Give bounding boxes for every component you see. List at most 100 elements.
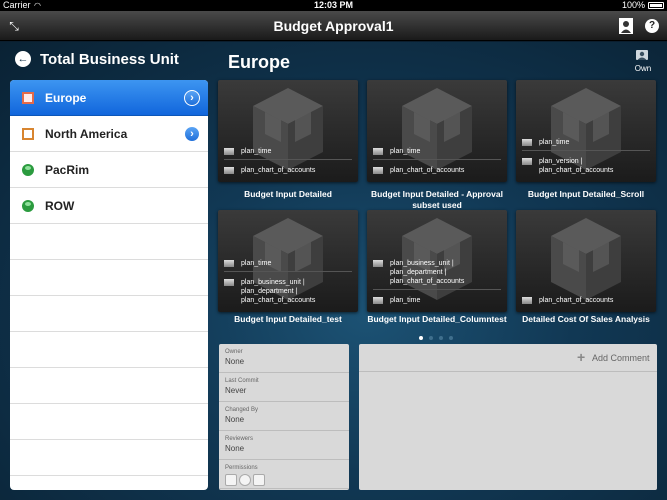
dimension-name: plan_chart_of_accounts [390,278,465,285]
property-key: Changed By [225,407,259,413]
dimension-icon [373,148,383,155]
column-dimensions: plan_time [224,259,354,268]
column-dimensions: plan_business_unit | plan_department | pla… [373,259,503,286]
lock-icon [239,474,251,486]
dimension-icon [522,297,532,304]
own-label: Own [634,64,652,73]
sidebar-item[interactable]: ROW [10,188,208,224]
business-unit-icon [22,92,34,104]
row-dimensions: plan_chart_of_accounts [373,166,503,175]
property-key: Reviewers [225,436,254,442]
sidebar-title: Total Business Unit [40,51,179,68]
form-card[interactable]: plan_business_unit | plan_department | pla… [367,210,507,312]
form-card-title[interactable]: Budget Input Detailed_Scroll [511,189,661,200]
form-card-title[interactable]: Detailed Cost Of Sales Analysis [511,314,661,325]
dimension-icon [224,260,234,267]
property-row: Permissions [219,460,349,489]
dimension-name: plan_business_unit | [390,260,454,267]
sidebar-item[interactable]: Europe › [10,80,208,116]
form-card[interactable]: plan_time plan_chart_of_accounts [218,80,358,182]
dimension-name: plan_time [241,260,272,267]
help-icon[interactable]: ? [645,19,659,33]
row-dimensions: plan_business_unit | plan_department | pla… [224,278,354,305]
nav-bar: ⤡ Budget Approval1 ? [0,11,667,41]
region-title: Europe [228,52,291,72]
page-dot[interactable] [419,336,423,340]
property-value: None [225,357,245,366]
property-key: Permissions [225,465,258,471]
empty-row [10,296,208,332]
dimension-icon [373,297,383,304]
chevron-right-icon[interactable]: › [184,90,200,106]
empty-row [10,260,208,296]
divider [522,150,650,151]
sidebar-item-label: ROW [45,199,75,213]
status-bar: Carrier ◠ 12:03 PM 100% [0,0,667,11]
dimension-icon [224,148,234,155]
property-value: Never [225,386,247,395]
sidebar-item[interactable]: PacRim [10,152,208,188]
empty-row [10,332,208,368]
dimension-name: plan_time [241,148,272,155]
chevron-right-icon[interactable]: › [184,126,200,142]
page-title: Budget Approval1 [273,18,394,34]
dimension-name: plan_department | [390,269,447,276]
column-dimensions: plan_time [373,147,503,156]
form-card-title[interactable]: Budget Input Detailed_test [213,314,363,325]
plus-icon[interactable]: + [577,350,588,364]
divider [224,159,352,160]
dimension-icon [373,260,383,267]
dimension-icon [373,167,383,174]
owner-icon[interactable] [634,50,650,63]
user-icon[interactable] [619,18,633,34]
empty-row [10,404,208,440]
form-card-title[interactable]: Budget Input Detailed [213,189,363,200]
comments-panel: + Add Comment [359,344,657,490]
property-row: Reviewers None [219,431,349,460]
property-row: Owner None [219,344,349,373]
form-card[interactable]: plan_chart_of_accounts [516,210,656,312]
empty-row [10,368,208,404]
person-icon [22,164,34,176]
sidebar-item-label: PacRim [45,163,90,177]
page-dot[interactable] [439,336,443,340]
row-dimensions: plan_chart_of_accounts [224,166,354,175]
dimension-name: plan_version | [539,158,583,165]
divider [373,289,501,290]
add-comment-button[interactable]: Add Comment [592,353,650,363]
dimension-name: plan_time [390,148,421,155]
dimension-name: plan_chart_of_accounts [539,297,614,304]
business-unit-icon [22,128,34,140]
back-arrow-icon[interactable]: ← [15,51,31,67]
property-key: Last Commit [225,378,259,384]
edit-icon [253,474,265,486]
comments-toolbar: + Add Comment [359,344,657,372]
properties-panel: Owner None Last Commit Never Changed By None R… [219,344,349,490]
battery-percent: 100% [621,0,645,10]
dimension-icon [224,167,234,174]
cube-icon [549,216,623,302]
form-card[interactable]: plan_time plan_chart_of_accounts [367,80,507,182]
clock: 12:03 PM [313,0,354,10]
property-value: None [225,415,245,424]
form-card-title[interactable]: Budget Input Detailed_Columntest [362,314,512,325]
property-key: Owner [225,349,243,355]
battery-icon [648,2,664,9]
view-icon [225,474,237,486]
column-dimensions: plan_time [522,138,652,147]
form-card[interactable]: plan_time plan_business_unit | plan_depart… [218,210,358,312]
dimension-icon [224,279,234,286]
form-card-title[interactable]: Budget Input Detailed - Approval subset … [362,189,512,211]
page-dot[interactable] [429,336,433,340]
dimension-icon [522,158,532,165]
page-dot[interactable] [449,336,453,340]
dimension-name: plan_department | [241,288,298,295]
row-dimensions: plan_chart_of_accounts [522,296,652,305]
property-row: Last Commit Never [219,373,349,402]
dimension-name: plan_chart_of_accounts [539,167,614,174]
form-card[interactable]: plan_time plan_version | plan_chart_of_acc… [516,80,656,182]
business-unit-list: Europe › North America › PacRim ROW [10,80,208,490]
person-icon [22,200,34,212]
sidebar-item[interactable]: North America › [10,116,208,152]
dimension-name: plan_business_unit | [241,279,305,286]
